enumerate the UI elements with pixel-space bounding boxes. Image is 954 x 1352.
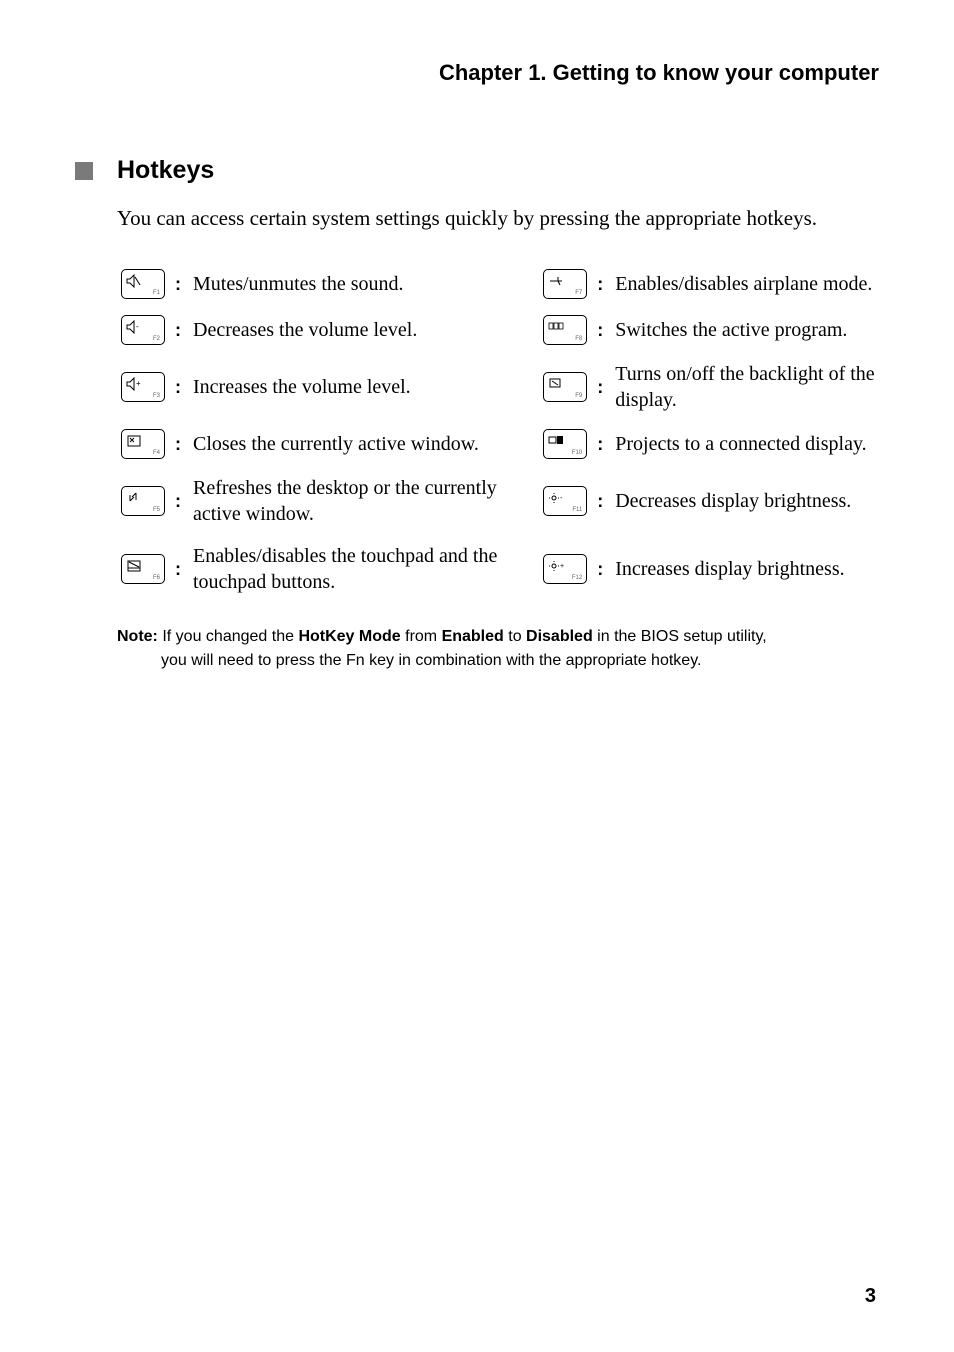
brightness-down-key-icon: - F11: [543, 486, 587, 516]
note-text: If you changed the: [158, 628, 299, 645]
refresh-key-icon: F5: [121, 486, 165, 516]
colon: :: [171, 535, 189, 603]
hotkey-description: Enables/disables the touchpad and the to…: [189, 535, 539, 603]
hotkey-description: Switches the active program.: [611, 307, 879, 353]
svg-text:+: +: [136, 379, 141, 388]
colon: :: [593, 421, 611, 467]
fn-label: F3: [153, 393, 160, 399]
note-bold: Disabled: [526, 628, 593, 645]
colon: :: [171, 353, 189, 421]
hotkey-description: Decreases display brightness.: [611, 467, 879, 535]
fn-label: F1: [153, 290, 160, 296]
fn-label: F5: [153, 507, 160, 513]
colon: :: [593, 261, 611, 307]
table-row: - F2 : Decreases the volume level. F8 : …: [117, 307, 879, 353]
page-number: 3: [865, 1285, 876, 1308]
table-row: F1 : Mutes/unmutes the sound. F7 : Enabl…: [117, 261, 879, 307]
volume-up-key-icon: + F3: [121, 372, 165, 402]
fn-label: F8: [575, 336, 582, 342]
svg-text:+: +: [560, 563, 564, 570]
note-label: Note:: [117, 628, 158, 645]
chapter-title: Chapter 1. Getting to know your computer: [75, 60, 879, 86]
hotkey-description: Mutes/unmutes the sound.: [189, 261, 539, 307]
mute-key-icon: F1: [121, 269, 165, 299]
close-window-key-icon: F4: [121, 429, 165, 459]
table-row: F6 : Enables/disables the touchpad and t…: [117, 535, 879, 603]
airplane-key-icon: F7: [543, 269, 587, 299]
table-row: + F3 : Increases the volume level. F9 : …: [117, 353, 879, 421]
hotkey-description: Projects to a connected display.: [611, 421, 879, 467]
colon: :: [171, 307, 189, 353]
touchpad-key-icon: F6: [121, 554, 165, 584]
colon: :: [593, 535, 611, 603]
hotkey-description: Increases the volume level.: [189, 353, 539, 421]
project-key-icon: F10: [543, 429, 587, 459]
note-text: to: [504, 628, 526, 645]
fn-label: F12: [572, 575, 582, 581]
hotkey-description: Refreshes the desktop or the currently a…: [189, 467, 539, 535]
volume-down-key-icon: - F2: [121, 315, 165, 345]
hotkey-description: Decreases the volume level.: [189, 307, 539, 353]
hotkey-description: Turns on/off the backlight of the displa…: [611, 353, 879, 421]
note-text: from: [401, 628, 442, 645]
hotkey-table: F1 : Mutes/unmutes the sound. F7 : Enabl…: [117, 261, 879, 603]
note-bold: Enabled: [442, 628, 504, 645]
fn-label: F10: [572, 450, 582, 456]
table-row: F5 : Refreshes the desktop or the curren…: [117, 467, 879, 535]
colon: :: [171, 467, 189, 535]
hotkey-description: Enables/disables airplane mode.: [611, 261, 879, 307]
colon: :: [593, 307, 611, 353]
backlight-key-icon: F9: [543, 372, 587, 402]
switch-program-key-icon: F8: [543, 315, 587, 345]
note-text: in the BIOS setup utility,: [593, 628, 767, 645]
note-line2: you will need to press the Fn key in com…: [161, 649, 879, 672]
section-header: Hotkeys: [75, 156, 879, 185]
hotkey-description: Closes the currently active window.: [189, 421, 539, 467]
svg-text:-: -: [560, 495, 563, 502]
note-bold: HotKey Mode: [298, 628, 400, 645]
fn-label: F4: [153, 450, 160, 456]
intro-paragraph: You can access certain system settings q…: [117, 203, 879, 233]
table-row: F4 : Closes the currently active window.…: [117, 421, 879, 467]
fn-label: F6: [153, 575, 160, 581]
colon: :: [171, 421, 189, 467]
colon: :: [171, 261, 189, 307]
fn-label: F9: [575, 393, 582, 399]
hotkey-description: Increases display brightness.: [611, 535, 879, 603]
svg-text:-: -: [136, 322, 139, 331]
brightness-up-key-icon: + F12: [543, 554, 587, 584]
section-title: Hotkeys: [117, 156, 214, 185]
note-block: Note: If you changed the HotKey Mode fro…: [117, 625, 879, 671]
fn-label: F11: [572, 507, 582, 513]
fn-label: F7: [575, 290, 582, 296]
section-marker-icon: [75, 162, 93, 180]
fn-label: F2: [153, 336, 160, 342]
colon: :: [593, 353, 611, 421]
colon: :: [593, 467, 611, 535]
